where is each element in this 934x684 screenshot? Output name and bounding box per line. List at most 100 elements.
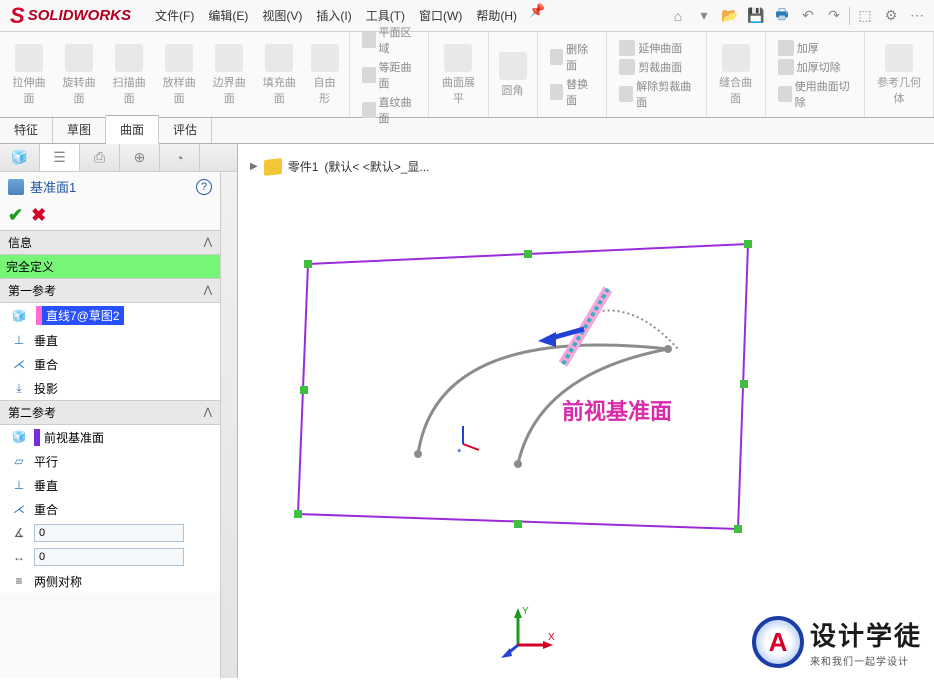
perpendicular-option[interactable]: ⊥ 垂直 <box>0 328 220 352</box>
thicken-cut-button[interactable]: 加厚切除 <box>774 58 856 76</box>
freeform-button[interactable]: 自由形 <box>304 40 345 110</box>
more-icon[interactable]: ⋯ <box>906 5 928 27</box>
ref2-header[interactable]: 第二参考 ⋀ <box>0 400 220 425</box>
info-header[interactable]: 信息 ⋀ <box>0 230 220 255</box>
distance-field[interactable] <box>34 548 184 566</box>
angle-field[interactable] <box>34 524 184 542</box>
property-title: 基准面1 <box>30 177 76 196</box>
ribbon: 拉伸曲面 旋转曲面 扫描曲面 放样曲面 边界曲面 填充曲面 自由形 平面区域 等… <box>0 32 934 118</box>
new-icon[interactable]: ▾ <box>693 5 715 27</box>
coincident-option-2[interactable]: ⋌ 重合 <box>0 497 220 521</box>
boundary-surface-button[interactable]: 边界曲面 <box>204 40 254 110</box>
plane-handle[interactable] <box>514 520 522 528</box>
sidebar-scrollbar[interactable] <box>220 172 237 678</box>
perpendicular-icon: ⊥ <box>10 331 28 349</box>
flatten-button[interactable]: 曲面展平 <box>433 40 483 110</box>
extend-button[interactable]: 延伸曲面 <box>615 39 697 57</box>
menu-view[interactable]: 视图(V) <box>256 3 308 28</box>
display-tab[interactable]: ◔ <box>160 144 200 171</box>
redo-icon[interactable]: ↷ <box>823 5 845 27</box>
fillet-button[interactable]: 圆角 <box>493 48 533 102</box>
plane-handle[interactable] <box>524 250 532 258</box>
surface-cut-button[interactable]: 使用曲面切除 <box>774 77 856 111</box>
parallel-option[interactable]: ▱ 平行 <box>0 449 220 473</box>
feature-tree-tab[interactable]: 🧊 <box>0 144 40 171</box>
trim-button[interactable]: 剪裁曲面 <box>615 58 697 76</box>
ref1-label: 第一参考 <box>8 282 56 299</box>
fill-surface-button[interactable]: 填充曲面 <box>254 40 304 110</box>
selection-icon: 🧊 <box>10 428 28 446</box>
ribbon-group-knit: 缝合曲面 <box>707 32 766 117</box>
thicken-button[interactable]: 加厚 <box>774 39 856 57</box>
replace-face-button[interactable]: 替换面 <box>546 75 599 109</box>
print-icon[interactable]: 🖶 <box>771 5 793 27</box>
ref2-list: 🧊 前视基准面 ▱ 平行 ⊥ 垂直 ⋌ 重合 ∡ ↔ <box>0 425 220 593</box>
select-icon[interactable]: ⬚ <box>854 5 876 27</box>
perpendicular-option-2[interactable]: ⊥ 垂直 <box>0 473 220 497</box>
graphics-canvas[interactable]: ▶ 零件1 (默认< <默认>_显... <box>238 144 934 678</box>
ribbon-group-ref: 参考几何体 <box>865 32 934 117</box>
ref1-header[interactable]: 第一参考 ⋀ <box>0 278 220 303</box>
options-icon[interactable]: ⚙ <box>880 5 902 27</box>
ribbon-group-flatten: 曲面展平 <box>429 32 488 117</box>
distance-icon: ↔ <box>10 548 28 566</box>
help-icon[interactable]: ? <box>196 179 212 195</box>
watermark-sub: 来和我们一起学设计 <box>810 653 922 668</box>
distance-input[interactable]: ↔ <box>0 545 220 569</box>
sweep-surface-button[interactable]: 扫描曲面 <box>104 40 154 110</box>
project-option[interactable]: ⤓ 投影 <box>0 376 220 400</box>
ok-button[interactable]: ✔ <box>8 205 23 226</box>
angle-input[interactable]: ∡ <box>0 521 220 545</box>
offset-button[interactable]: 等距曲面 <box>358 58 421 92</box>
menu-edit[interactable]: 编辑(E) <box>202 3 254 28</box>
menu-help[interactable]: 帮助(H) <box>470 3 523 28</box>
property-tab[interactable]: ☰ <box>40 144 80 171</box>
planar-button[interactable]: 平面区域 <box>358 23 421 57</box>
ref2-label: 第二参考 <box>8 404 56 421</box>
plane-handle[interactable] <box>734 525 742 533</box>
view-triad[interactable]: Y X <box>498 600 558 660</box>
revolve-surface-button[interactable]: 旋转曲面 <box>54 40 104 110</box>
undo-icon[interactable]: ↶ <box>797 5 819 27</box>
property-header: 基准面1 ? <box>0 172 220 201</box>
cancel-button[interactable]: ✖ <box>31 205 46 226</box>
ruled-button[interactable]: 直纹曲面 <box>358 93 421 127</box>
plane-handle[interactable] <box>304 260 312 268</box>
tab-sketch[interactable]: 草图 <box>53 116 106 143</box>
ref2-selected-entity: 前视基准面 <box>34 429 104 446</box>
plane-handle[interactable] <box>744 240 752 248</box>
plane-handle[interactable] <box>300 386 308 394</box>
plane-handle[interactable] <box>294 510 302 518</box>
pin-icon[interactable]: 📌 <box>529 3 545 28</box>
dimxpert-tab[interactable]: ⊕ <box>120 144 160 171</box>
open-icon[interactable]: 📂 <box>719 5 741 27</box>
ribbon-group-face: 删除面 替换面 <box>538 32 608 117</box>
untrim-button[interactable]: 解除剪裁曲面 <box>615 77 697 111</box>
save-icon[interactable]: 💾 <box>745 5 767 27</box>
reference-geom-button[interactable]: 参考几何体 <box>869 40 929 110</box>
tab-evaluate[interactable]: 评估 <box>159 116 212 143</box>
loft-surface-button[interactable]: 放样曲面 <box>154 40 204 110</box>
delete-face-button[interactable]: 删除面 <box>546 40 599 74</box>
property-manager: 🧊 ☰ ⎙ ⊕ ◔ 基准面1 ? ✔ ✖ 信息 ⋀ 完全定义 第一参考 ⋀ 🧊 <box>0 144 238 678</box>
menu-bar: S SOLIDWORKS 文件(F) 编辑(E) 视图(V) 插入(I) 工具(… <box>0 0 934 32</box>
home-icon[interactable]: ⌂ <box>667 5 689 27</box>
plane-outline <box>298 244 748 529</box>
symmetric-option[interactable]: ≡ 两侧对称 <box>0 569 220 593</box>
extrude-surface-button[interactable]: 拉伸曲面 <box>4 40 54 110</box>
status-fully-defined: 完全定义 <box>0 255 220 278</box>
knit-button[interactable]: 缝合曲面 <box>711 40 761 110</box>
svg-text:Y: Y <box>522 606 529 617</box>
tab-features[interactable]: 特征 <box>0 116 53 143</box>
coincident-option[interactable]: ⋌ 重合 <box>0 352 220 376</box>
ref2-selection[interactable]: 🧊 前视基准面 <box>0 425 220 449</box>
menu-insert[interactable]: 插入(I) <box>310 3 357 28</box>
info-label: 信息 <box>8 234 32 251</box>
ref1-selection[interactable]: 🧊 直线7@草图2 <box>0 303 220 328</box>
config-tab[interactable]: ⎙ <box>80 144 120 171</box>
command-tabs: 特征 草图 曲面 评估 <box>0 118 934 144</box>
tab-surfaces[interactable]: 曲面 <box>106 115 159 144</box>
app-name: SOLIDWORKS <box>28 7 131 24</box>
menu-file[interactable]: 文件(F) <box>149 3 200 28</box>
plane-handle[interactable] <box>740 380 748 388</box>
